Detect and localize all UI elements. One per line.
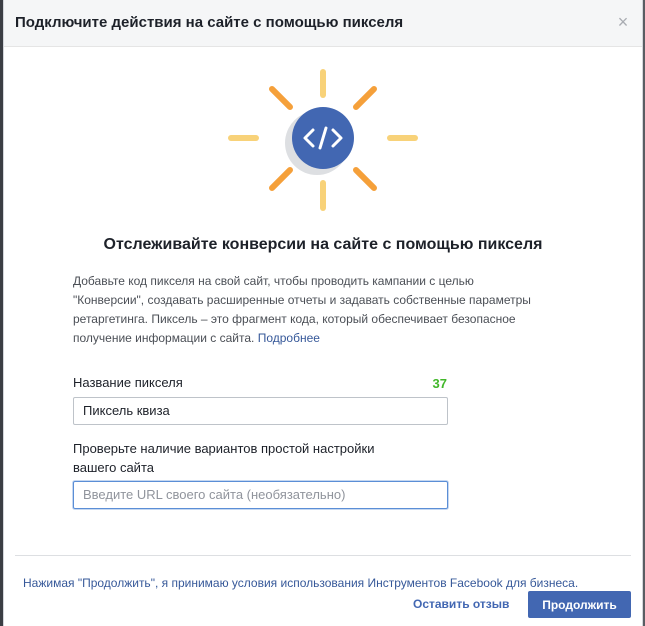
continue-button[interactable]: Продолжить: [528, 591, 631, 618]
dialog-title: Подключите действия на сайте с помощью п…: [15, 14, 404, 31]
description-text: Добавьте код пикселя на свой сайт, чтобы…: [73, 272, 573, 348]
url-check-label-line: вашего сайта: [73, 460, 154, 475]
pixel-illustration: [228, 69, 418, 211]
learn-more-link[interactable]: Подробнее: [258, 331, 320, 345]
dialog-header: Подключите действия на сайте с помощью п…: [4, 0, 642, 47]
pixel-setup-dialog: Подключите действия на сайте с помощью п…: [3, 0, 643, 626]
close-icon[interactable]: ×: [614, 13, 632, 31]
description-line: "Конверсии", создавать расширенные отчет…: [73, 293, 531, 307]
footer-divider: [15, 555, 631, 556]
website-url-input[interactable]: Введите URL своего сайта (необязательно): [73, 481, 448, 509]
description-line: Добавьте код пикселя на свой сайт, чтобы…: [73, 274, 474, 288]
url-check-label-line: Проверьте наличие вариантов простой наст…: [73, 441, 375, 456]
char-counter: 37: [432, 376, 447, 391]
description-line: ретаргетинга. Пиксель – это фрагмент код…: [73, 312, 516, 326]
ray-top-left: [269, 86, 293, 110]
ray-bottom-right: [353, 167, 377, 191]
description-line-text: получение информации с сайта.: [73, 331, 255, 345]
pixel-name-input[interactable]: Пиксель квиза: [73, 397, 448, 425]
section-heading: Отслеживайте конверсии на сайте с помощь…: [103, 236, 543, 253]
url-check-label: Проверьте наличие вариантов простой наст…: [73, 439, 453, 477]
leave-feedback-link[interactable]: Оставить отзыв: [413, 597, 509, 611]
ray-top-right: [353, 86, 377, 110]
description-line: получение информации с сайта. Подробнее: [73, 329, 573, 348]
terms-text[interactable]: Нажимая "Продолжить", я принимаю условия…: [23, 576, 578, 590]
ray-bottom-left: [269, 167, 293, 191]
pixel-name-label: Название пикселя: [73, 375, 183, 390]
